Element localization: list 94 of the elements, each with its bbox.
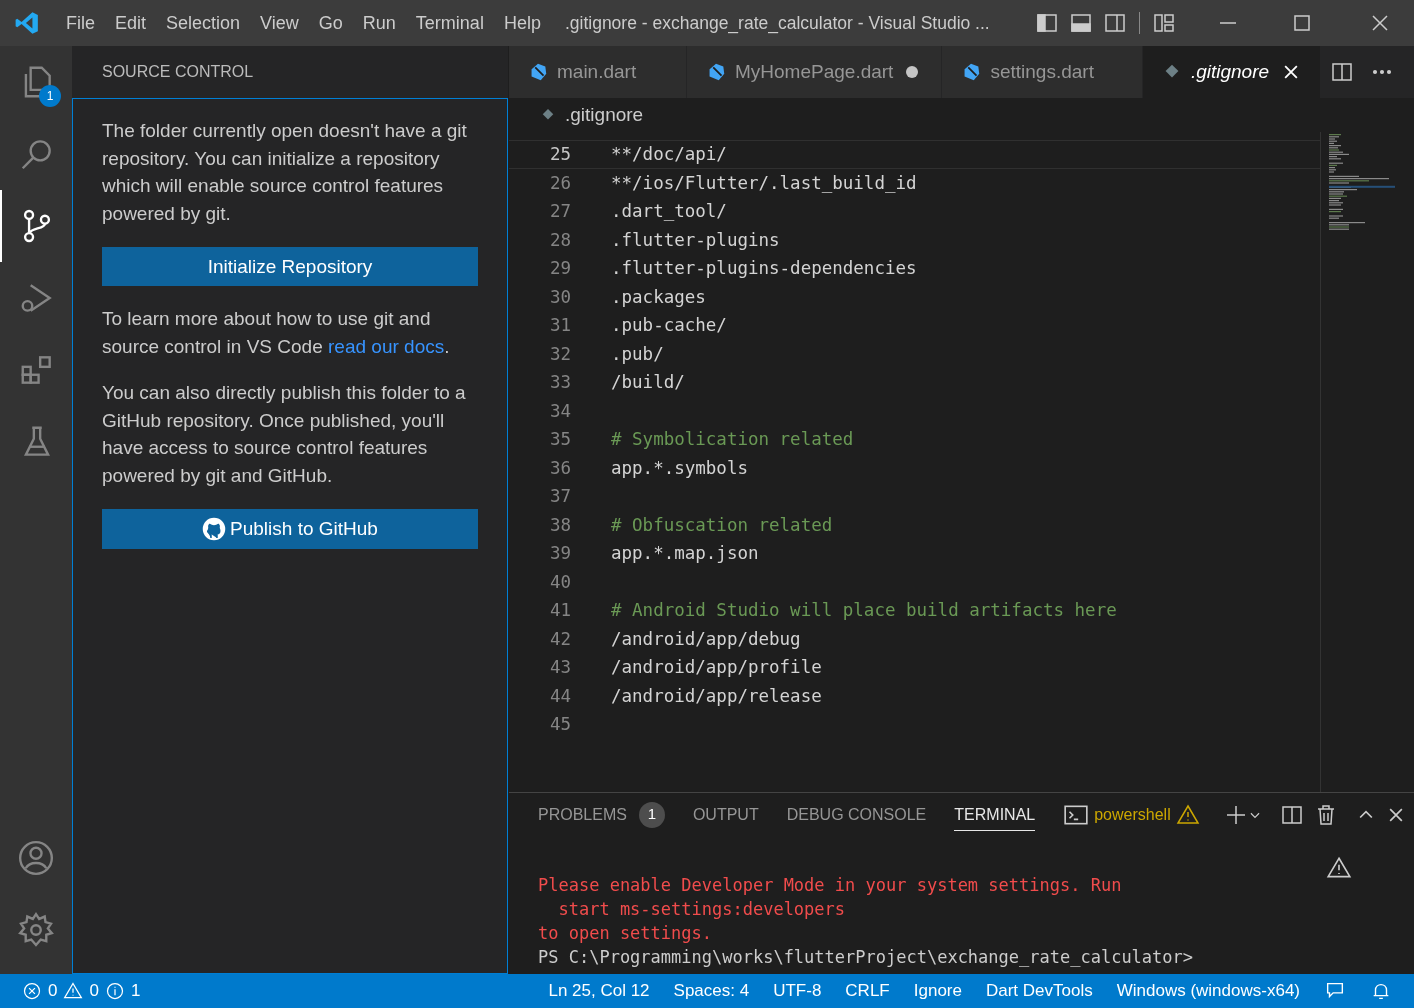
notification-badge: 1 [39, 85, 61, 107]
menu-item[interactable]: Edit [105, 9, 157, 37]
line-number: 29 [548, 257, 571, 281]
publish-to-github-button[interactable]: Publish to GitHub [102, 509, 478, 549]
code-comment: # Symbolication related [611, 428, 854, 452]
editor-tab[interactable]: .gitignore [1142, 46, 1321, 98]
problems-status[interactable]: 0 0 1 [0, 978, 141, 1004]
line-number: 34 [548, 399, 571, 423]
toggle-secondary-sidebar-icon[interactable] [1103, 11, 1127, 35]
line-number: 35 [548, 428, 571, 452]
status-item[interactable]: UTF-8 [773, 978, 822, 1004]
window-title: .gitignore - exchange_rate_calculator - Visual Studio ... [564, 11, 990, 36]
status-item[interactable]: Spaces: 4 [673, 978, 750, 1004]
initialize-repository-button[interactable]: Initialize Repository [102, 247, 478, 286]
info-text: To learn more about how to use git and source control in VS Code read our docs. [102, 307, 451, 359]
activity-bar-item[interactable]: 1 [0, 46, 72, 118]
github-icon [202, 517, 227, 541]
line-number: 36 [548, 456, 571, 480]
menu-item[interactable]: Terminal [405, 9, 494, 37]
status-item[interactable]: Dart DevTools [985, 978, 1093, 1004]
docs-link[interactable]: read our docs [328, 335, 445, 357]
editor-tab[interactable]: main.dart [509, 46, 687, 98]
code-line: .pub-cache/ [611, 314, 727, 338]
line-number: 25 [548, 143, 571, 167]
line-number: 28 [548, 228, 571, 252]
terminal-error-line: Please enable Developer Mode in your system settings. Run [538, 874, 1123, 897]
warning-icon [1175, 803, 1200, 827]
app-logo-icon [14, 10, 40, 36]
line-number: 42 [548, 627, 571, 651]
panel-tab[interactable]: PROBLEMS 1 [538, 799, 665, 831]
menu-item[interactable]: Go [308, 9, 353, 37]
code-line: /android/app/release [611, 684, 822, 708]
code-line: /build/ [611, 371, 685, 395]
line-number: 38 [548, 513, 571, 537]
problems-count-badge: 1 [638, 801, 665, 828]
line-number: 37 [548, 485, 571, 509]
terminal-error-line: start ms-settings:developers [557, 898, 847, 921]
panel-tab[interactable]: TERMINAL [954, 799, 1036, 831]
line-number: 40 [548, 570, 571, 594]
code-comment: # Android Studio will place build artifacts here [611, 599, 1117, 623]
line-number: 39 [548, 542, 571, 566]
code-line: .dart_tool/ [611, 200, 727, 224]
code-line: /android/app/profile [611, 656, 822, 680]
panel-tab[interactable]: OUTPUT [692, 799, 759, 831]
code-line: /android/app/debug [611, 627, 801, 651]
status-item[interactable]: Ln 25, Col 12 [548, 978, 650, 1004]
status-item[interactable]: CRLF [845, 978, 890, 1004]
code-line: app.*.map.json [611, 542, 759, 566]
line-number: 30 [548, 285, 571, 309]
editor-tab[interactable]: MyHomePage.dart [687, 46, 943, 98]
panel-tab[interactable]: DEBUG CONSOLE [786, 799, 927, 831]
code-line: **/ios/Flutter/.last_build_id [611, 171, 917, 195]
status-item[interactable]: Windows (windows-x64) [1116, 978, 1300, 1004]
line-number: 44 [548, 684, 571, 708]
code-line: **/doc/api/ [611, 143, 727, 167]
line-number: 33 [548, 371, 571, 395]
toggle-panel-icon[interactable] [1069, 11, 1093, 35]
warning-icon [63, 981, 84, 1001]
menu-item[interactable]: Help [493, 9, 551, 37]
error-icon [22, 981, 42, 1001]
code-comment: # Obfuscation related [611, 513, 833, 537]
line-number: 26 [548, 171, 571, 195]
menu-item[interactable]: File [56, 9, 105, 37]
plus-icon[interactable] [1224, 803, 1248, 827]
sidebar-title: SOURCE CONTROL [101, 62, 255, 82]
account-icon[interactable] [17, 839, 55, 877]
split-terminal-icon[interactable] [1280, 803, 1304, 827]
layout-icon[interactable] [1152, 11, 1176, 35]
line-number: 32 [548, 342, 571, 366]
code-line: .packages [611, 285, 706, 309]
line-number: 45 [548, 713, 571, 737]
line-number: 27 [548, 200, 571, 224]
info-text: The folder currently open doesn't have a git repository. You can initialize a repository which will enable source control features powered by git. [102, 119, 468, 226]
code-line: .flutter-plugins [611, 228, 780, 252]
code-line: .pub/ [611, 342, 664, 366]
breadcrumb-item[interactable]: .gitignore [565, 100, 644, 130]
code-line: app.*.symbols [611, 456, 748, 480]
code-line: .flutter-plugins-dependencies [611, 257, 917, 281]
info-text: You can also directly publish this folder to a GitHub repository. Once published, you'll have access to source control features powered by git and GitHub. [102, 381, 467, 488]
editor-tab[interactable]: settings.dart [942, 46, 1143, 98]
menu-item[interactable]: View [250, 9, 309, 37]
line-number: 43 [548, 656, 571, 680]
toggle-sidebar-icon[interactable] [1035, 11, 1059, 35]
status-item[interactable]: Ignore [913, 978, 962, 1004]
line-number: 31 [548, 314, 571, 338]
terminal-error-line: to open settings. [538, 922, 713, 945]
split-editor-icon[interactable] [1330, 60, 1354, 84]
menu-item[interactable]: Run [352, 9, 406, 37]
settings-icon[interactable] [17, 911, 55, 949]
terminal-selector[interactable]: powershell [1063, 802, 1200, 828]
line-number: 41 [548, 599, 571, 623]
terminal-prompt: PS C:\Programming\works\flutterProject\exchange_rate_calculator> [538, 946, 1195, 969]
menu-item[interactable]: Selection [156, 9, 251, 37]
info-icon [104, 981, 125, 1001]
